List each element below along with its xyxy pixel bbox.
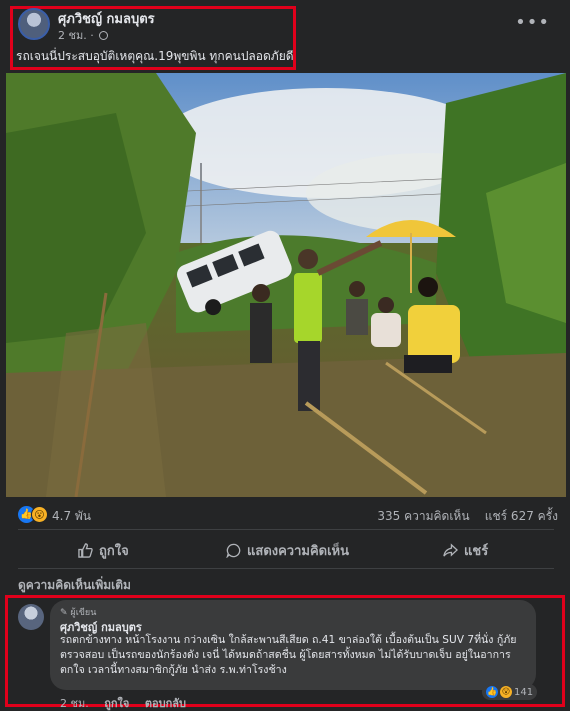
reaction-stats: 👍 😮 4.7 พัน 335 ความคิดเห็น แชร์ 627 ครั…: [18, 505, 558, 525]
comment-reaction-count: 141: [514, 686, 534, 698]
comment-button[interactable]: แสดงความคิดเห็น: [226, 535, 349, 565]
comment-meta: 2 ชม. ถูกใจ ตอบกลับ: [60, 694, 198, 711]
globe-icon: [99, 31, 109, 40]
like-icon: 👍: [486, 686, 498, 698]
like-label: ถูกใจ: [99, 543, 129, 559]
comment-count[interactable]: 335 ความคิดเห็น: [377, 509, 469, 523]
comment-time[interactable]: 2 ชม.: [60, 697, 89, 710]
share-icon: [443, 542, 458, 557]
comment-icon: [226, 543, 241, 558]
post-meta: 2 ชม. ·: [58, 26, 109, 44]
comment-reply-button[interactable]: ตอบกลับ: [145, 697, 186, 710]
author-badge: ✎ ผู้เขียน: [60, 605, 96, 619]
wow-icon: 😮: [500, 686, 512, 698]
comment-share-stats: 335 ความคิดเห็น แชร์ 627 ครั้ง: [377, 507, 558, 526]
pencil-icon: ✎: [60, 608, 68, 618]
like-button[interactable]: ถูกใจ: [78, 535, 129, 565]
share-label: แชร์: [464, 543, 489, 559]
post-time[interactable]: 2 ชม.: [58, 29, 87, 42]
divider: [18, 568, 554, 569]
share-button[interactable]: แชร์: [443, 535, 488, 565]
wow-icon: 😮: [31, 506, 48, 523]
comment-label: แสดงความคิดเห็น: [247, 543, 350, 559]
reaction-count[interactable]: 4.7 พัน: [52, 507, 91, 526]
comment-reactions[interactable]: 👍 😮 141: [482, 684, 538, 700]
divider: [18, 529, 554, 530]
comment-like-button[interactable]: ถูกใจ: [104, 697, 129, 710]
post-caption: รถเจนนี่ประสบอุบัติเหตุคุณ.19พุขพิน ทุกค…: [16, 49, 294, 63]
view-more-comments-link[interactable]: ดูความคิดเห็นเพิ่มเติม: [18, 576, 131, 595]
post-photo[interactable]: [6, 73, 566, 497]
commenter-avatar[interactable]: [18, 604, 44, 630]
more-options-button[interactable]: •••: [515, 12, 550, 33]
action-bar: ถูกใจ แสดงความคิดเห็น แชร์: [18, 535, 554, 565]
comment-text: รถตกข้างทาง หน้าโรงงาน กว่างเซิน ใกล้สะพ…: [60, 634, 517, 676]
author-badge-label: ผู้เขียน: [70, 608, 97, 618]
author-avatar[interactable]: [18, 8, 50, 40]
like-icon: [78, 542, 93, 558]
post-card: ศุภวิชญ์ กมลบุตร 2 ชม. · รถเจนนี่ประสบอุ…: [0, 0, 570, 711]
share-count[interactable]: แชร์ 627 ครั้ง: [485, 509, 558, 523]
